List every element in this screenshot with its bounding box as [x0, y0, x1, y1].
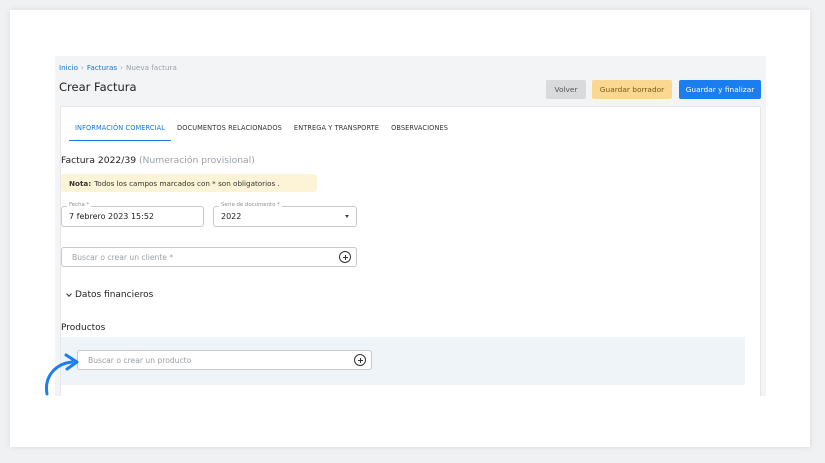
date-field-value: 7 febrero 2023 15:52 [69, 212, 154, 221]
client-search-placeholder: Buscar o crear un cliente * [72, 252, 174, 262]
series-field-label: Serie de documento * [219, 202, 282, 208]
product-search-placeholder: Buscar o crear un producto [88, 355, 192, 365]
tab-observaciones[interactable]: OBSERVACIONES [385, 119, 454, 141]
products-area: Buscar o crear un producto [61, 337, 745, 385]
pointer-arrow-icon [44, 353, 79, 396]
invoice-number: Factura 2022/39 [61, 155, 137, 166]
save-draft-button[interactable]: Guardar borrador [592, 80, 672, 99]
note-text: Todos los campos marcados con * son obli… [94, 178, 280, 188]
caret-down-icon [345, 215, 349, 218]
breadcrumb-invoices[interactable]: Facturas [87, 63, 117, 72]
breadcrumb-separator: › [81, 63, 84, 72]
breadcrumb-home[interactable]: Inicio [59, 63, 78, 72]
breadcrumb-current: Nueva factura [125, 63, 177, 72]
products-section-title: Productos [61, 323, 106, 333]
date-field-label: Fecha * [67, 202, 92, 208]
tab-informacion-comercial[interactable]: INFORMACIÓN COMERCIAL [69, 119, 172, 141]
app-window: Inicio › Facturas › Nueva factura Crear … [55, 56, 766, 396]
add-circle-icon[interactable] [339, 251, 351, 263]
financial-data-toggle[interactable]: Datos financieros [66, 290, 154, 300]
tab-entrega-transporte[interactable]: ENTREGA Y TRANSPORTE [288, 119, 385, 141]
add-circle-icon[interactable] [354, 354, 366, 366]
tab-bar: INFORMACIÓN COMERCIAL DOCUMENTOS RELACIO… [69, 119, 454, 141]
financial-data-label: Datos financieros [75, 290, 154, 300]
save-finalize-button[interactable]: Guardar y finalizar [679, 80, 761, 99]
breadcrumb-separator: › [120, 63, 123, 72]
required-fields-note: Nota: Todos los campos marcados con * so… [61, 174, 317, 192]
date-field[interactable]: Fecha * 7 febrero 2023 15:52 [61, 202, 204, 227]
invoice-provisional: (Numeración provisional) [138, 155, 255, 166]
series-field-value: 2022 [221, 212, 242, 221]
tab-documentos-relacionados[interactable]: DOCUMENTOS RELACIONADOS [171, 119, 288, 141]
note-label: Nota: [69, 178, 92, 188]
client-search-input[interactable]: Buscar o crear un cliente * [61, 247, 357, 267]
back-button[interactable]: Volver [546, 80, 586, 99]
breadcrumb: Inicio › Facturas › Nueva factura [59, 63, 177, 72]
product-search-input[interactable]: Buscar o crear un producto [77, 350, 372, 370]
invoice-heading: Factura 2022/39 (Numeración provisional) [61, 155, 255, 166]
chevron-down-icon [66, 291, 72, 297]
page-title: Crear Factura [59, 80, 137, 94]
document-series-select[interactable]: Serie de documento * 2022 [213, 202, 357, 227]
